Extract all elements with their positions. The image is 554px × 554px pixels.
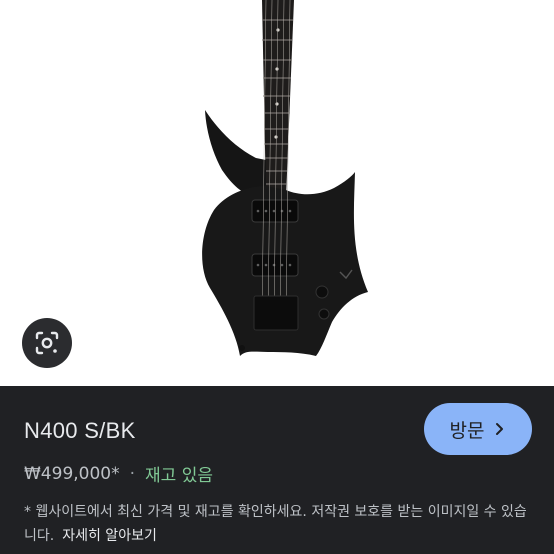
- separator-dot: ·: [129, 463, 136, 484]
- google-lens-icon: [35, 331, 59, 355]
- guitar-image: [202, 0, 368, 356]
- product-price: ₩499,000*: [24, 463, 120, 484]
- chevron-right-icon: [496, 423, 504, 435]
- learn-more-link[interactable]: 자세히 알아보기: [62, 528, 157, 544]
- visit-button[interactable]: 방문: [424, 403, 532, 455]
- product-image[interactable]: [0, 0, 554, 386]
- visit-button-label: 방문: [449, 419, 485, 442]
- stock-status: 재고 있음: [145, 466, 213, 486]
- product-title: N400 S/BK: [24, 418, 136, 443]
- lens-search-button[interactable]: [22, 318, 72, 368]
- copyright-notice: * 웹사이트에서 최신 가격 및 재고를 확인하세요. 저작권 보호를 받는 이…: [24, 500, 534, 548]
- price-row: ₩499,000* · 재고 있음: [24, 461, 213, 487]
